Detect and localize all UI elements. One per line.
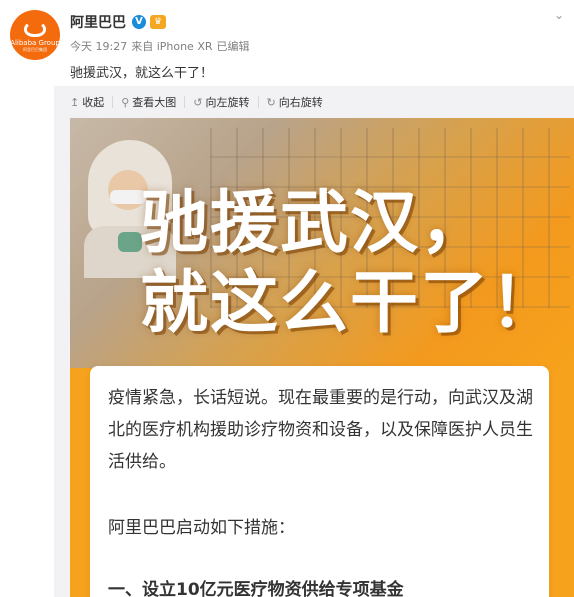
media-box: ↥ 收起 ⚲ 查看大图 ↺ 向左旋转 ↻ 向右旋转 驰援武汉， 就这么干了！ 疫… <box>54 86 574 597</box>
poster-image[interactable]: 驰援武汉， 就这么干了！ 疫情紧急，长话短说。现在最重要的是行动，向武汉及湖北的… <box>70 118 574 597</box>
poster-paragraph-1: 疫情紧急，长话短说。现在最重要的是行动，向武汉及湖北的医疗机构援助诊疗物资和设备… <box>108 388 533 472</box>
view-large-label: 查看大图 <box>132 96 177 109</box>
user-name-row: 阿里巴巴 V ♛ <box>70 12 166 32</box>
vip-crown-icon[interactable]: ♛ <box>150 15 166 29</box>
logo-text: Alibaba Group <box>10 38 60 47</box>
poster-headline: 驰援武汉， 就这么干了！ <box>140 184 560 344</box>
edited-label[interactable]: 已编辑 <box>217 38 250 54</box>
rotate-left-icon: ↺ <box>193 95 203 109</box>
image-toolbar: ↥ 收起 ⚲ 查看大图 ↺ 向左旋转 ↻ 向右旋转 <box>70 92 323 112</box>
collapse-label: 收起 <box>82 96 105 109</box>
alibaba-logo-icon <box>24 20 46 37</box>
rotate-right-icon: ↻ <box>266 95 276 109</box>
poster-paragraph-3: 一、设立10亿元医疗物资供给专项基金 <box>108 580 404 597</box>
collapse-icon: ↥ <box>70 95 80 109</box>
rotate-right-label: 向右旋转 <box>278 96 323 109</box>
headline-line-2: 就这么干了！ <box>140 264 561 343</box>
post-time[interactable]: 今天 19:27 <box>70 38 127 54</box>
headline-line-1: 驰援武汉， <box>140 184 491 263</box>
chevron-down-icon[interactable]: ⌄ <box>552 8 566 22</box>
toolbar-divider <box>184 96 186 108</box>
post-text: 驰援武汉，就这么干了！ <box>70 66 214 81</box>
magnifier-icon: ⚲ <box>121 95 130 109</box>
rotate-right-button[interactable]: ↻ 向右旋转 <box>267 94 323 110</box>
poster-text-card: 疫情紧急，长话短说。现在最重要的是行动，向武汉及湖北的医疗机构援助诊疗物资和设备… <box>90 366 549 597</box>
user-name[interactable]: 阿里巴巴 <box>70 12 126 32</box>
rotate-left-button[interactable]: ↺ 向左旋转 <box>193 94 249 110</box>
logo-subtext: 阿里巴巴集团 <box>23 46 47 52</box>
post-source: 来自 iPhone XR <box>131 40 213 53</box>
toolbar-divider <box>257 96 259 108</box>
verified-icon: V <box>132 15 146 29</box>
rotate-left-label: 向左旋转 <box>205 96 250 109</box>
view-large-button[interactable]: ⚲ 查看大图 <box>121 94 176 110</box>
toolbar-divider <box>112 96 114 108</box>
post-meta: 今天 19:27 来自 iPhone XR 已编辑 <box>70 38 250 54</box>
poster-paragraph-2: 阿里巴巴启动如下措施： <box>108 518 295 538</box>
collapse-button[interactable]: ↥ 收起 <box>70 94 104 110</box>
avatar[interactable]: Alibaba Group 阿里巴巴集团 <box>10 10 60 60</box>
